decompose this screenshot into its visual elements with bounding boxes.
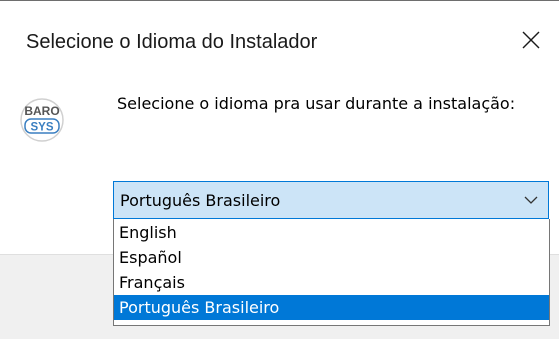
installer-language-dialog: Selecione o Idioma do Instalador BARO SY… <box>0 0 559 339</box>
logo-top-text: BARO <box>24 104 59 118</box>
close-icon <box>522 31 540 49</box>
language-dropdown-list: English Español Français Português Brasi… <box>113 219 550 326</box>
logo-bottom-text: SYS <box>30 122 53 134</box>
language-option-portugues-brasileiro[interactable]: Português Brasileiro <box>114 295 549 320</box>
language-prompt: Selecione o idioma pra usar durante a in… <box>117 94 516 113</box>
chevron-down-icon <box>524 196 538 204</box>
language-option-espanol[interactable]: Español <box>114 245 549 270</box>
language-option-english[interactable]: English <box>114 220 549 245</box>
language-select-value: Português Brasileiro <box>120 191 281 210</box>
language-select[interactable]: Português Brasileiro <box>113 181 549 219</box>
barosys-logo: BARO SYS <box>20 92 64 148</box>
title-bar[interactable]: Selecione o Idioma do Instalador <box>0 1 559 79</box>
close-button[interactable] <box>503 1 559 79</box>
window-title: Selecione o Idioma do Instalador <box>26 31 318 53</box>
language-option-francais[interactable]: Français <box>114 270 549 295</box>
